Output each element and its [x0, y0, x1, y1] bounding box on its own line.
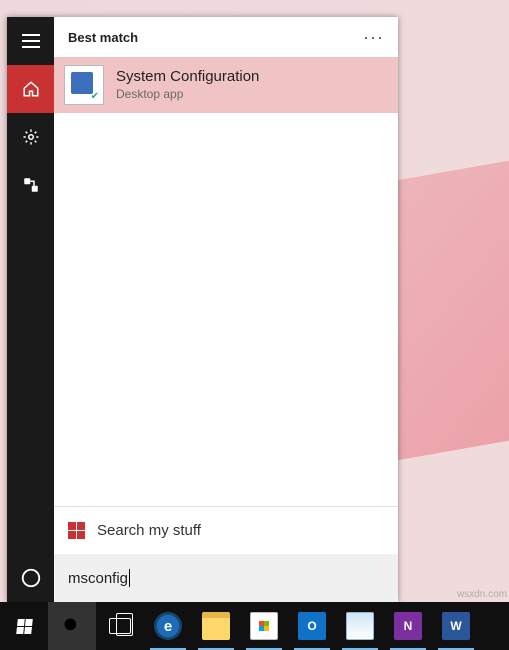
folder-icon	[202, 612, 230, 640]
gear-icon	[22, 128, 40, 146]
taskbar: e O N W	[0, 602, 509, 650]
notepad-icon	[346, 612, 374, 640]
my-stuff-label: Search my stuff	[97, 522, 201, 539]
taskbar-word[interactable]: W	[432, 602, 480, 650]
nav-rail	[7, 17, 54, 602]
result-subtitle: Desktop app	[116, 87, 259, 102]
start-menu: Best match ··· System Configuration Desk…	[7, 17, 398, 602]
search-query-text: msconfig	[68, 570, 128, 587]
start-button[interactable]	[0, 602, 48, 650]
msconfig-icon	[64, 65, 104, 105]
onenote-icon: N	[394, 612, 422, 640]
windows-icon	[16, 619, 33, 634]
connect-button[interactable]	[7, 161, 54, 209]
category-header: Best match ···	[54, 17, 398, 57]
search-input[interactable]: msconfig	[54, 554, 398, 602]
cortana-icon	[20, 567, 42, 589]
hamburger-button[interactable]	[7, 17, 54, 65]
word-icon: W	[442, 612, 470, 640]
settings-button[interactable]	[7, 113, 54, 161]
text-cursor	[129, 569, 130, 587]
result-text: System Configuration Desktop app	[116, 68, 259, 102]
store-icon	[250, 612, 278, 640]
home-button[interactable]	[7, 65, 54, 113]
watermark: wsxdn.com	[457, 589, 507, 600]
cortana-button[interactable]	[7, 554, 54, 602]
hamburger-icon	[22, 34, 40, 48]
taskbar-outlook[interactable]: O	[288, 602, 336, 650]
taskbar-search-button[interactable]	[48, 602, 96, 650]
task-view-button[interactable]	[96, 602, 144, 650]
taskbar-notepad[interactable]	[336, 602, 384, 650]
task-view-icon	[109, 618, 131, 634]
category-label: Best match	[68, 30, 138, 45]
taskbar-explorer[interactable]	[192, 602, 240, 650]
results-panel: Best match ··· System Configuration Desk…	[54, 17, 398, 602]
more-icon[interactable]: ···	[363, 27, 384, 48]
home-icon	[22, 80, 40, 98]
search-icon	[62, 616, 82, 636]
edge-icon: e	[154, 612, 182, 640]
taskbar-edge[interactable]: e	[144, 602, 192, 650]
connect-icon	[22, 176, 40, 194]
outlook-icon: O	[298, 612, 326, 640]
result-title: System Configuration	[116, 68, 259, 87]
empty-area	[54, 113, 398, 506]
windows-logo-icon	[68, 522, 85, 539]
taskbar-store[interactable]	[240, 602, 288, 650]
taskbar-onenote[interactable]: N	[384, 602, 432, 650]
search-result-system-configuration[interactable]: System Configuration Desktop app	[54, 57, 398, 113]
search-my-stuff[interactable]: Search my stuff	[54, 506, 398, 554]
